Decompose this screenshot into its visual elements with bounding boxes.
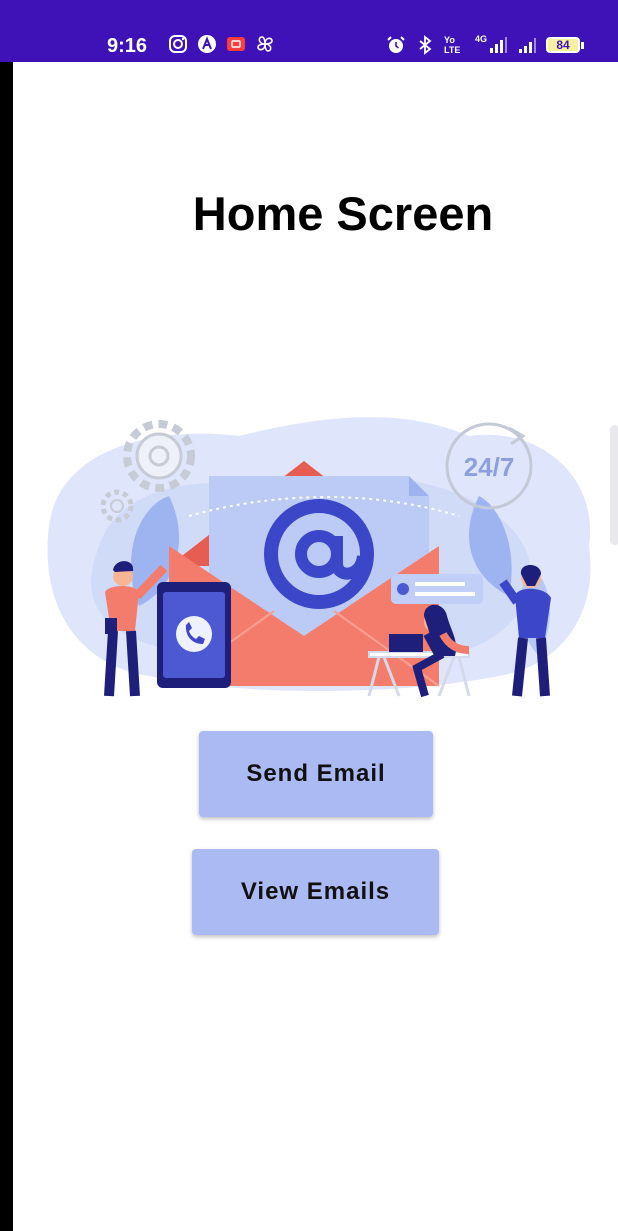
lte-label: Yo LTE <box>444 35 461 55</box>
bluetooth-icon <box>419 35 432 55</box>
app-screen: Home Screen 24/7 Send Email View Emails <box>13 62 618 1231</box>
pinwheel-icon <box>257 36 273 52</box>
page-title: Home Screen <box>192 187 494 240</box>
clock-label: 24/7 <box>464 452 515 482</box>
email-support-illustration: 24/7 <box>47 417 591 698</box>
alarm-icon <box>387 36 405 53</box>
signal-icon <box>490 37 508 53</box>
status-time: 9:16 <box>107 35 148 57</box>
youtube-icon <box>227 37 245 51</box>
phone-icon <box>157 582 231 688</box>
instagram-icon <box>169 35 187 53</box>
signal-2-icon <box>519 38 537 53</box>
network-label: 4G <box>475 34 488 44</box>
send-email-button[interactable]: Send Email <box>199 731 433 817</box>
side-scroll-handle[interactable] <box>610 425 618 545</box>
status-bar: 9:16 Yo LTE 4G 84 <box>0 0 618 62</box>
status-right-icons: Yo LTE 4G 84 <box>386 34 585 55</box>
app-a-icon <box>198 35 216 53</box>
status-left-icons <box>168 34 275 54</box>
battery-icon: 84 <box>546 37 581 53</box>
chat-bubble-icon <box>391 574 483 604</box>
view-emails-button[interactable]: View Emails <box>192 849 439 935</box>
